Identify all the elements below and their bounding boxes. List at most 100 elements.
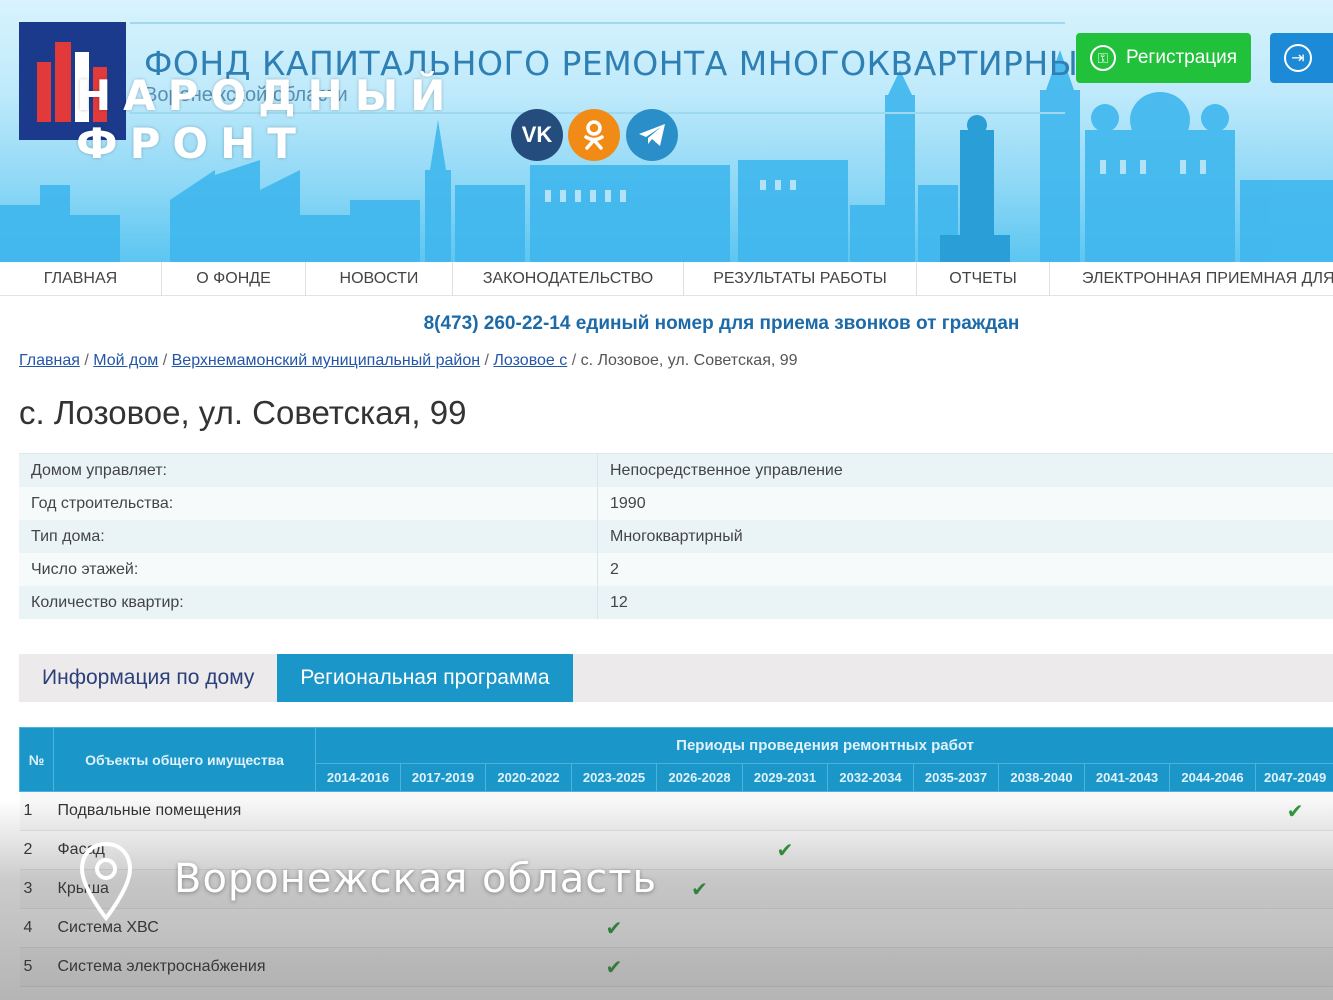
checkmark-icon: ✔	[776, 839, 794, 862]
period-cell	[827, 947, 914, 987]
checkmark-icon: ✔	[605, 917, 623, 940]
checkmark-icon: ✔	[605, 956, 623, 979]
period-cell	[913, 908, 999, 948]
row-object: Подвальные помещения	[53, 791, 316, 831]
nav-item-home[interactable]: ГЛАВНАЯ	[0, 262, 162, 296]
period-cell	[571, 791, 657, 831]
period-header: 2023-2025	[571, 763, 657, 792]
program-row: 4 Система ХВС ✔	[19, 908, 1333, 948]
header-divider	[130, 22, 1065, 24]
nav-item-about[interactable]: О ФОНДЕ	[162, 262, 306, 296]
breadcrumb: Главная / Мой дом / Верхнемамонский муни…	[19, 352, 798, 370]
watermark-line: НАРОДНЫЙ	[76, 71, 458, 120]
info-row: Тип дома: Многоквартирный	[19, 520, 1333, 553]
telegram-icon[interactable]	[626, 109, 678, 161]
period-cell	[742, 947, 828, 987]
nav-item-reception[interactable]: ЭЛЕКТРОННАЯ ПРИЕМНАЯ ДЛЯ ГРАЖДАН	[1050, 262, 1333, 296]
period-cell	[485, 908, 572, 948]
breadcrumb-link-home[interactable]: Главная	[19, 352, 80, 369]
info-key: Год строительства:	[19, 487, 598, 520]
watermark-logo: НАРОДНЫЙ ФРОНТ	[76, 72, 457, 168]
nav-item-legislation[interactable]: ЗАКОНОДАТЕЛЬСТВО	[453, 262, 684, 296]
period-cell	[1169, 908, 1256, 948]
period-cell	[1084, 908, 1170, 948]
nav-item-reports[interactable]: ОТЧЕТЫ	[917, 262, 1050, 296]
row-number: 1	[19, 791, 54, 831]
info-value: 12	[610, 594, 628, 611]
login-button[interactable]: ⇥	[1270, 33, 1333, 83]
period-cell	[1255, 830, 1333, 870]
period-cell	[1169, 947, 1256, 987]
period-header: 2026-2028	[656, 763, 743, 792]
period-header: 2041-2043	[1084, 763, 1170, 792]
period-header: 2035-2037	[913, 763, 999, 792]
period-cell	[400, 947, 486, 987]
info-key: Тип дома:	[19, 520, 598, 553]
period-cell	[827, 869, 914, 909]
info-row: Домом управляет: Непосредственное управл…	[19, 454, 1333, 487]
period-header: 2038-2040	[998, 763, 1085, 792]
register-button[interactable]: ⚿ Регистрация	[1076, 33, 1251, 83]
info-key: Домом управляет:	[19, 454, 598, 487]
period-cell: ✔	[571, 908, 657, 948]
row-number: 5	[19, 947, 54, 987]
vk-label: VK	[521, 122, 553, 147]
period-cell	[913, 830, 999, 870]
login-icon: ⇥	[1284, 44, 1312, 72]
column-header-object: Объекты общего имущества	[53, 727, 316, 792]
breadcrumb-separator: /	[571, 352, 581, 369]
period-cell	[656, 791, 743, 831]
period-cell	[485, 791, 572, 831]
row-number: 4	[19, 908, 54, 948]
nav-item-results[interactable]: РЕЗУЛЬТАТЫ РАБОТЫ	[684, 262, 917, 296]
vk-icon[interactable]: VK	[511, 109, 563, 161]
column-header-periods: Периоды проведения ремонтных работ	[314, 727, 1333, 764]
period-cell	[1084, 791, 1170, 831]
period-cell	[742, 791, 828, 831]
period-cell	[742, 869, 828, 909]
checkmark-icon: ✔	[691, 878, 708, 901]
region-label: Воронежская область	[174, 856, 658, 902]
period-cell	[827, 908, 914, 948]
period-cell	[913, 947, 999, 987]
info-row: Число этажей: 2	[19, 553, 1333, 586]
breadcrumb-separator: /	[84, 352, 94, 369]
info-row: Количество квартир: 12	[19, 586, 1333, 619]
tab-house-info[interactable]: Информация по дому	[19, 654, 277, 702]
breadcrumb-link-village[interactable]: Лозовое с	[493, 352, 567, 369]
watermark-line: ФРОНТ	[76, 119, 308, 168]
info-value: 2	[610, 561, 619, 578]
info-value: Непосредственное управление	[610, 462, 843, 479]
row-number: 3	[19, 869, 54, 909]
period-cell	[1255, 869, 1333, 909]
period-cell: ✔	[656, 869, 743, 909]
info-value: Многоквартирный	[610, 528, 743, 545]
period-cell: ✔	[1255, 791, 1333, 831]
period-cell	[1255, 908, 1333, 948]
register-label: Регистрация	[1126, 47, 1238, 68]
period-header: 2020-2022	[485, 763, 572, 792]
breadcrumb-separator: /	[162, 352, 172, 369]
period-header: 2014-2016	[315, 763, 401, 792]
period-cell	[1255, 947, 1333, 987]
period-cell	[913, 869, 999, 909]
breadcrumb-link-my-house[interactable]: Мой дом	[93, 352, 158, 369]
period-cell	[998, 947, 1085, 987]
row-object: Система электроснабжения	[53, 947, 316, 987]
period-cell	[998, 830, 1085, 870]
column-header-number: №	[19, 727, 54, 792]
tab-regional-program[interactable]: Региональная программа	[277, 654, 573, 702]
breadcrumb-link-district[interactable]: Верхнемамонский муниципальный район	[172, 352, 480, 369]
house-tabs: Информация по дому Региональная программ…	[19, 654, 1333, 702]
period-cell	[656, 908, 743, 948]
nav-item-news[interactable]: НОВОСТИ	[306, 262, 453, 296]
period-cell: ✔	[571, 947, 657, 987]
period-cell	[315, 908, 401, 948]
period-cell	[656, 830, 743, 870]
period-cell	[1169, 830, 1256, 870]
period-cell	[913, 791, 999, 831]
key-icon: ⚿	[1090, 45, 1116, 71]
period-cell	[742, 908, 828, 948]
period-header: 2029-2031	[742, 763, 828, 792]
odnoklassniki-icon[interactable]	[568, 109, 620, 161]
